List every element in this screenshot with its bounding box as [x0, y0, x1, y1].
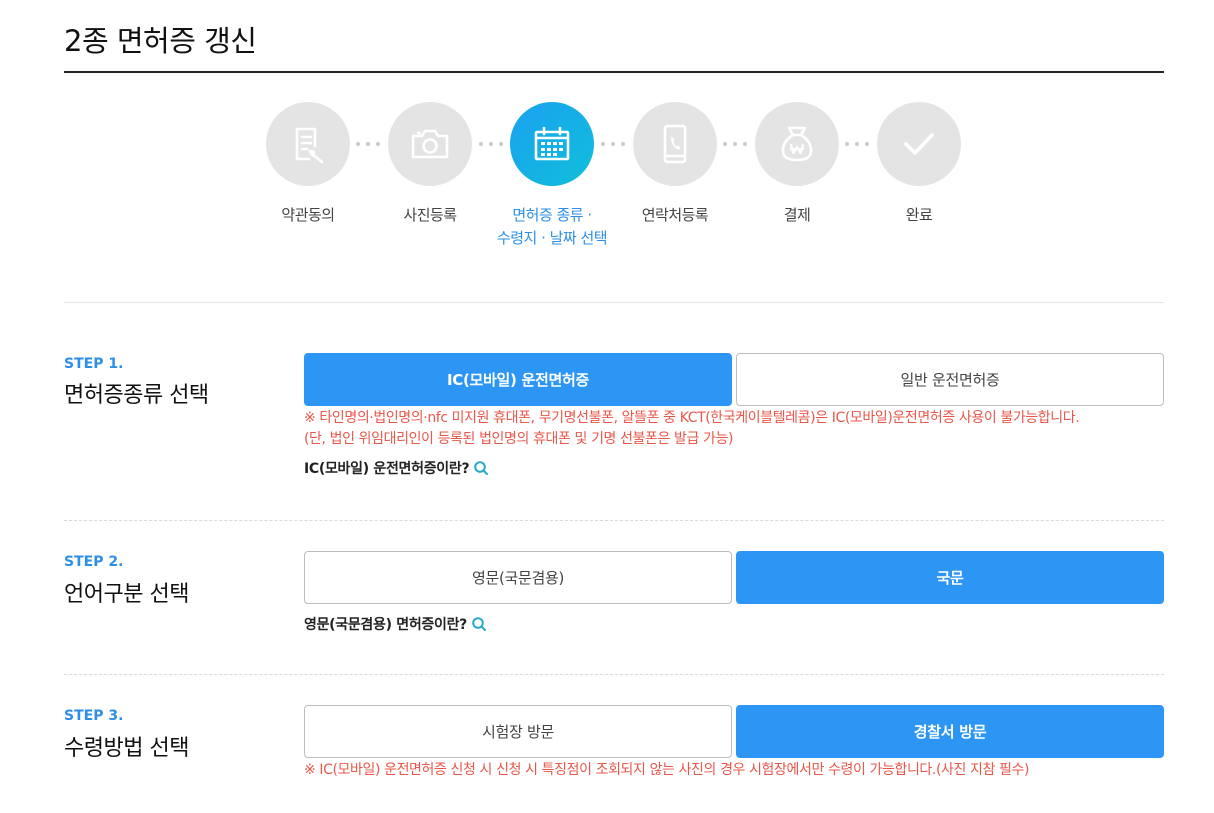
title-divider: [64, 71, 1164, 73]
document-pen-icon: [295, 127, 324, 164]
step3-heading: 수령방법 선택: [64, 736, 189, 761]
step-circle-terms: [266, 102, 350, 186]
step1-number: STEP 1.: [64, 356, 124, 372]
step-label-license-type: 면허증 종류 · 수령지 · 날짜 선택: [496, 206, 608, 247]
calendar-icon: [534, 126, 570, 161]
step-contact: 연락처등록: [610, 102, 740, 227]
step-label-payment: 결제: [783, 206, 811, 224]
test-center-visit-button[interactable]: 시험장 방문: [304, 705, 732, 758]
progress-stepper: 약관동의 사진등록 면허증 종류 · 수령지 · 날짜 선택 연락처등록 결제 …: [0, 102, 1214, 262]
step-label-complete: 완료: [905, 206, 933, 224]
step-payment: 결제: [732, 102, 862, 227]
step3-notice: ※ IC(모바일) 운전면허증 신청 시 신청 시 특징점이 조회되지 않는 사…: [304, 762, 1030, 778]
ic-license-info-link[interactable]: IC(모바일) 운전면허증이란?: [304, 458, 489, 478]
step-terms: 약관동의: [243, 102, 373, 227]
police-station-visit-button[interactable]: 경찰서 방문: [736, 705, 1164, 758]
checkmark-icon: [904, 133, 934, 155]
stepper-divider: [64, 302, 1164, 303]
korean-license-button[interactable]: 국문: [736, 551, 1164, 604]
step2-number: STEP 2.: [64, 554, 124, 570]
section-divider: [64, 520, 1164, 521]
section-divider: [64, 674, 1164, 675]
regular-license-button[interactable]: 일반 운전면허증: [736, 353, 1164, 406]
step-circle-payment: [755, 102, 839, 186]
step3-number: STEP 3.: [64, 708, 124, 724]
money-bag-icon: [781, 126, 813, 162]
ic-mobile-license-button[interactable]: IC(모바일) 운전면허증: [304, 353, 732, 406]
step-label-terms: 약관동의: [281, 206, 335, 224]
step-circle-contact: [633, 102, 717, 186]
step-photo: 사진등록: [365, 102, 495, 227]
step-circle-photo: [388, 102, 472, 186]
step-complete: 완료: [854, 102, 984, 227]
camera-icon: [411, 129, 449, 159]
search-icon: [472, 617, 486, 631]
step-license-type: 면허증 종류 · 수령지 · 날짜 선택: [487, 102, 617, 250]
search-icon: [474, 461, 489, 475]
step1-notice: ※ 타인명의·법인명의·nfc 미지원 휴대폰, 무기명선불폰, 알뜰폰 중 K…: [304, 410, 1080, 447]
step-circle-license-type: [510, 102, 594, 186]
english-license-info-link[interactable]: 영문(국문겸용) 면허증이란?: [304, 614, 487, 634]
page-title: 2종 면허증 갱신: [64, 24, 257, 58]
step-label-photo: 사진등록: [403, 206, 457, 224]
english-license-button[interactable]: 영문(국문겸용): [304, 551, 732, 604]
step2-heading: 언어구분 선택: [64, 582, 189, 607]
phone-icon: [663, 124, 687, 164]
step-circle-complete: [877, 102, 961, 186]
step-label-contact: 연락처등록: [641, 206, 709, 224]
step1-heading: 면허증종류 선택: [64, 383, 209, 408]
